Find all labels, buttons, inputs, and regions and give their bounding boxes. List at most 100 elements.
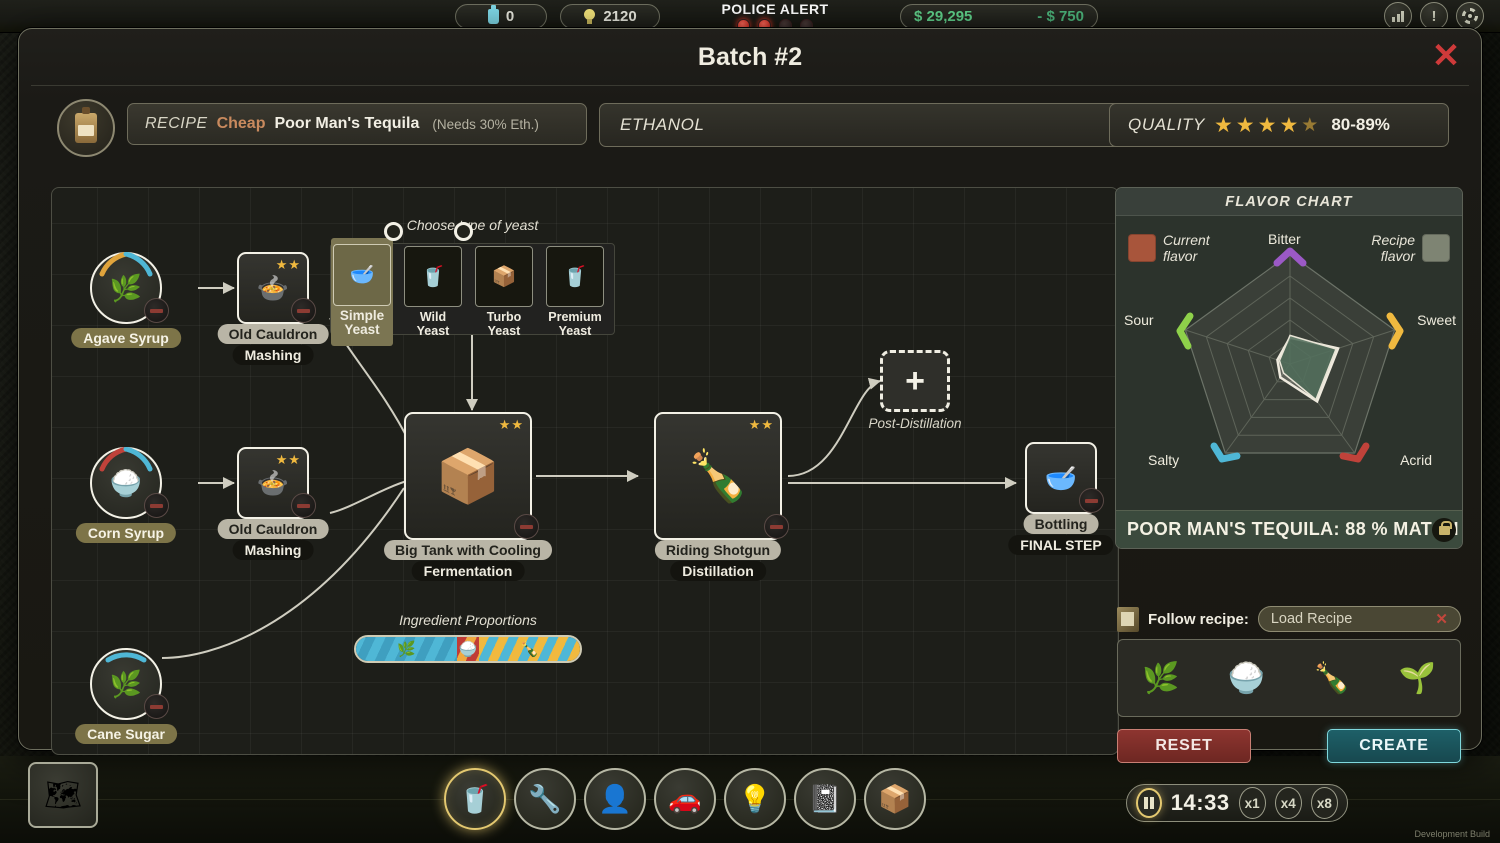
add-step-button[interactable]: + — [880, 350, 950, 412]
machine-box: ★★ 🍾 — [654, 412, 782, 540]
proportion-handle-2[interactable] — [454, 222, 473, 241]
nav-crew[interactable]: 👤 — [584, 768, 646, 830]
speed-x4-button[interactable]: x4 — [1275, 787, 1302, 819]
machine-stars: ★★ — [749, 417, 774, 433]
load-recipe-value: Load Recipe — [1271, 611, 1352, 627]
clear-recipe-icon[interactable]: ✕ — [1435, 610, 1448, 628]
yeast-label-line2: Yeast — [559, 324, 592, 338]
nav-storage[interactable]: 📦 — [864, 768, 926, 830]
right-panel: FLAVOR CHART Currentflavor Recipeflavor — [1115, 187, 1463, 755]
lock-icon[interactable] — [1432, 518, 1456, 542]
ideas-counter[interactable]: 2120 — [560, 4, 660, 29]
ethanol-field[interactable]: ETHANOL — [599, 103, 1126, 147]
reset-button[interactable]: RESET — [1117, 729, 1251, 763]
machine-node-bottling[interactable]: 🥣 Bottling FINAL STEP — [1025, 442, 1097, 514]
machine-label: Big Tank with Cooling — [384, 540, 552, 560]
batch-modal: Batch #2 ✕ RECIPE Cheap Poor Man's Tequi… — [18, 28, 1482, 750]
axis-label-salty: Salty — [1148, 452, 1179, 468]
load-recipe-dropdown[interactable]: Load Recipe ✕ — [1258, 606, 1461, 632]
cane-sugar-icon[interactable]: 🌱 — [1391, 650, 1443, 706]
nav-equipment[interactable]: 🔧 — [514, 768, 576, 830]
lock-glyph — [1439, 526, 1450, 535]
stats-icon[interactable] — [1384, 2, 1412, 30]
ideas-count: 2120 — [603, 8, 636, 25]
recipe-avatar — [57, 99, 115, 157]
nav-notes[interactable]: 📓 — [794, 768, 856, 830]
page-title: Batch #2 — [19, 43, 1481, 72]
post-distillation-slot[interactable]: + Post-Distillation — [880, 350, 950, 412]
person-icon: 👤 — [598, 783, 632, 815]
production-graph-canvas[interactable]: 🌿 Agave Syrup 🍚 Corn Syrup — [51, 187, 1119, 755]
machine-label: Bottling — [1024, 514, 1099, 534]
yeast-bowl-icon: 🥣 — [333, 244, 391, 306]
flavor-chart-card: FLAVOR CHART Currentflavor Recipeflavor — [1115, 187, 1463, 549]
gear-icon[interactable] — [1456, 2, 1484, 30]
yeast-option-turbo[interactable]: 📦 Turbo Yeast — [473, 246, 535, 338]
map-pin-icon: 🗺 — [44, 778, 82, 813]
speed-x8-button[interactable]: x8 — [1311, 787, 1338, 819]
proportion-handle-1[interactable] — [384, 222, 403, 241]
molasses-icon[interactable]: 🍾 — [1306, 650, 1358, 706]
remove-ingredient-button[interactable] — [144, 298, 169, 323]
nav-vehicles[interactable]: 🚗 — [654, 768, 716, 830]
yeast-option-premium[interactable]: 🥤 Premium Yeast — [544, 246, 606, 338]
remove-machine-button[interactable] — [514, 514, 539, 539]
recipe-row: RECIPE Cheap Poor Man's Tequila (Needs 3… — [39, 93, 1463, 153]
corn-syrup-icon[interactable]: 🍚 — [1220, 650, 1272, 706]
quality-label: QUALITY — [1128, 115, 1205, 135]
recipe-name: Poor Man's Tequila — [274, 115, 419, 133]
follow-recipe-label: Follow recipe: — [1148, 611, 1249, 628]
quality-display: QUALITY ★ ★ ★ ★ ★ 80-89% — [1109, 103, 1449, 147]
money-counter[interactable]: $ 29,295 - $ 750 — [900, 4, 1098, 29]
bar-chart-glyph — [1392, 10, 1404, 22]
machine-label: Riding Shotgun — [655, 540, 781, 560]
machine-node-distillation[interactable]: ★★ 🍾 Riding Shotgun Distillation — [654, 412, 782, 540]
machine-box: 🥣 — [1025, 442, 1097, 514]
machine-node-mashing-1[interactable]: ★★ 🍲 Old Cauldron Mashing — [237, 252, 309, 324]
nav-production[interactable]: 🥤 — [444, 768, 506, 830]
ingredient-node-agave-syrup[interactable]: 🌿 Agave Syrup — [90, 252, 162, 324]
cauldron-icon: 🍲 — [257, 275, 289, 301]
ingredient-node-cane-sugar[interactable]: 🌿 Cane Sugar — [90, 648, 162, 720]
remove-machine-button[interactable] — [291, 493, 316, 518]
yeast-option-simple[interactable]: 🥣 Simple Yeast — [331, 238, 393, 346]
quality-range: 80-89% — [1331, 115, 1390, 135]
remove-machine-button[interactable] — [291, 298, 316, 323]
ibc-tank-icon: 📦 — [436, 446, 501, 507]
proportions-slider[interactable]: 🌿 🍚 🍾 — [354, 635, 582, 663]
create-button[interactable]: CREATE — [1327, 729, 1461, 763]
alert-icon[interactable]: ! — [1420, 2, 1448, 30]
radar-chart: Bitter Sweet Acrid Salty Sour — [1116, 216, 1463, 486]
machine-box: ★★ 📦 — [404, 412, 532, 540]
speed-x1-button[interactable]: x1 — [1239, 787, 1266, 819]
bottles-counter[interactable]: 0 — [455, 4, 547, 29]
machine-node-mashing-2[interactable]: ★★ 🍲 Old Cauldron Mashing — [237, 447, 309, 519]
nav-research[interactable]: 💡 — [724, 768, 786, 830]
machine-stars: ★★ — [276, 452, 301, 468]
pause-icon[interactable] — [1136, 788, 1162, 818]
machine-node-fermentation[interactable]: ★★ 📦 Big Tank with Cooling Fermentation — [404, 412, 532, 540]
agave-syrup-icon[interactable]: 🌿 — [1135, 650, 1187, 706]
star-4: ★ — [1279, 115, 1298, 136]
axis-label-acrid: Acrid — [1400, 452, 1432, 468]
yeast-option-wild[interactable]: 🥤 Wild Yeast — [402, 246, 464, 338]
close-icon[interactable]: ✕ — [1431, 43, 1461, 73]
map-button[interactable]: 🗺 — [28, 762, 98, 828]
remove-machine-button[interactable] — [764, 514, 789, 539]
ingredient-circle: 🌿 — [90, 252, 162, 324]
premium-yeast-jar-icon: 🥤 — [546, 246, 604, 307]
ingredient-circle: 🍚 — [90, 447, 162, 519]
flavor-chart-title: FLAVOR CHART — [1116, 188, 1462, 216]
match-status-bar: POOR MAN'S TEQUILA: 88 % MATCH — [1116, 510, 1463, 548]
machine-box: ★★ 🍲 — [237, 252, 309, 324]
jug-icon — [75, 113, 97, 143]
bottom-navigation: 🥤 🔧 👤 🚗 💡 📓 📦 — [444, 768, 926, 830]
remove-ingredient-button[interactable] — [144, 694, 169, 719]
remove-ingredient-button[interactable] — [144, 493, 169, 518]
bottles-count: 0 — [506, 8, 514, 25]
remove-machine-button[interactable] — [1079, 488, 1104, 513]
recipe-book-icon — [1117, 607, 1139, 632]
recipe-selector[interactable]: RECIPE Cheap Poor Man's Tequila (Needs 3… — [127, 103, 587, 145]
ingredient-label: Cane Sugar — [75, 724, 177, 744]
ingredient-node-corn-syrup[interactable]: 🍚 Corn Syrup — [90, 447, 162, 519]
